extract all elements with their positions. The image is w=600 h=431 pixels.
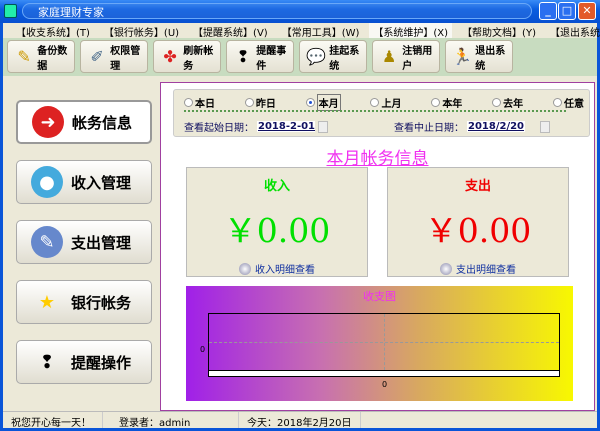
expense-box: 支出 ￥0.00 支出明细查看 bbox=[387, 167, 569, 277]
suspend-button[interactable]: 💬 挂起系统 bbox=[299, 40, 367, 73]
sidebar-item-reminder[interactable]: ❢ 提醒操作 bbox=[16, 340, 152, 384]
users-icon: ♟ bbox=[381, 47, 397, 66]
radio-this-month[interactable]: 本月 bbox=[305, 94, 341, 111]
refresh-icon: ✤ bbox=[163, 47, 177, 66]
menu-income[interactable]: 【收支系统】(T) bbox=[12, 23, 94, 39]
radio-last-month[interactable]: 上月 bbox=[370, 94, 401, 111]
toolbar: ✎ 备份数据 ✐ 权限管理 ✤ 刷新帐务 ❢ 提醒事件 💬 挂起系统 ♟ 注销用户 🏃 退出系… bbox=[3, 38, 597, 76]
folder-brush-icon: ✐ bbox=[90, 47, 104, 66]
end-date-input[interactable]: 2018/2/20 bbox=[467, 121, 525, 132]
alert-icon: ❢ bbox=[39, 351, 55, 373]
status-bar: 祝您开心每一天！ 登录者：admin 今天：2018年2月20日 bbox=[3, 411, 597, 429]
status-user-label: 登录者： bbox=[119, 418, 159, 429]
status-today: 今天：2018年2月20日 bbox=[239, 412, 361, 429]
menu-maintenance[interactable]: 【系统维护】(X) bbox=[369, 23, 453, 39]
minimize-button[interactable]: _ bbox=[539, 2, 557, 20]
end-date-label: 查看中止日期： bbox=[394, 123, 464, 134]
folder-pen-icon: ✎ bbox=[17, 47, 31, 66]
status-greeting: 祝您开心每一天！ bbox=[3, 412, 103, 429]
sidebar: ➜ 帐务信息 ● 收入管理 ✎ 支出管理 ★ 银行帐务 ❢ 提醒操作 bbox=[3, 80, 158, 410]
expense-detail-link[interactable]: 支出明细查看 bbox=[388, 261, 568, 276]
menu-bank[interactable]: 【银行帐务】(U) bbox=[100, 23, 183, 39]
radio-last-year[interactable]: 去年 bbox=[492, 94, 523, 111]
sidebar-item-income[interactable]: ● 收入管理 bbox=[16, 160, 152, 204]
income-box: 收入 ￥0.00 收入明细查看 bbox=[186, 167, 368, 277]
radio-today[interactable]: 本日 bbox=[184, 94, 215, 111]
menu-bar: 【收支系统】(T) 【银行帐务】(U) 【提醒系统】(V) 【常用工具】(W) … bbox=[3, 23, 600, 39]
chat-bubbles-icon: ● bbox=[31, 166, 63, 198]
income-label: 收入 bbox=[263, 179, 290, 194]
menu-exit[interactable]: 【退出系统】(Z) bbox=[546, 23, 600, 39]
cd-icon bbox=[440, 262, 452, 275]
star-icon: ★ bbox=[38, 291, 56, 313]
radio-this-year[interactable]: 本年 bbox=[431, 94, 462, 111]
permission-button[interactable]: ✐ 权限管理 bbox=[80, 40, 148, 73]
date-filter: 本日 昨日 本月 上月 本年 去年 任意 查看起始日期： 2018-2-01 查… bbox=[173, 89, 590, 137]
x-tick-label: 0 bbox=[382, 380, 388, 389]
pen-icon: ✎ bbox=[31, 226, 63, 258]
page-title: 本月帐务信息 bbox=[326, 149, 429, 169]
refresh-button[interactable]: ✤ 刷新帐务 bbox=[153, 40, 221, 73]
radio-yesterday[interactable]: 昨日 bbox=[244, 94, 276, 111]
income-amount: ￥0.00 bbox=[223, 211, 331, 250]
menu-tools[interactable]: 【常用工具】(W) bbox=[278, 23, 364, 39]
income-expense-chart: 收支图 0 0 bbox=[186, 286, 573, 401]
window-title: 家庭理财专家 bbox=[38, 6, 104, 19]
logout-button[interactable]: ♟ 注销用户 bbox=[372, 40, 440, 73]
account-icon: ➜ bbox=[32, 106, 64, 138]
expense-label: 支出 bbox=[464, 179, 491, 194]
y-tick-label: 0 bbox=[200, 345, 206, 354]
exit-button[interactable]: 🏃 退出系统 bbox=[445, 40, 513, 73]
status-user: admin bbox=[159, 418, 191, 429]
close-button[interactable]: ✕ bbox=[578, 2, 596, 20]
sidebar-item-bank[interactable]: ★ 银行帐务 bbox=[16, 280, 152, 324]
cd-icon bbox=[239, 262, 251, 275]
expense-amount: ￥0.00 bbox=[424, 211, 532, 250]
start-date-label: 查看起始日期： bbox=[184, 123, 254, 134]
income-detail-link[interactable]: 收入明细查看 bbox=[187, 261, 367, 276]
menu-reminder[interactable]: 【提醒系统】(V) bbox=[189, 23, 272, 39]
start-date-input[interactable]: 2018-2-01 bbox=[257, 121, 315, 132]
reminder-button[interactable]: ❢ 提醒事件 bbox=[226, 40, 294, 73]
start-date-spinner[interactable] bbox=[318, 120, 328, 133]
radio-custom[interactable]: 任意 bbox=[552, 94, 584, 111]
plot-area bbox=[208, 313, 560, 371]
chat-bubbles-icon: 💬 bbox=[306, 47, 327, 66]
running-man-icon: 🏃 bbox=[452, 47, 473, 66]
chart-title: 收支图 bbox=[363, 290, 396, 303]
end-date-spinner[interactable] bbox=[540, 120, 550, 133]
backup-button[interactable]: ✎ 备份数据 bbox=[7, 40, 75, 73]
alert-icon: ❢ bbox=[236, 47, 250, 66]
menu-help[interactable]: 【帮助文档】(Y) bbox=[458, 23, 540, 39]
title-bar: 家庭理财专家 _ □ ✕ bbox=[0, 0, 600, 23]
x-axis bbox=[208, 371, 560, 377]
content-panel: 本日 昨日 本月 上月 本年 去年 任意 查看起始日期： 2018-2-01 查… bbox=[160, 82, 595, 411]
app-icon bbox=[4, 4, 17, 18]
divider bbox=[184, 110, 566, 112]
sidebar-item-accounts[interactable]: ➜ 帐务信息 bbox=[16, 100, 152, 144]
maximize-button[interactable]: □ bbox=[558, 2, 576, 20]
sidebar-item-expense[interactable]: ✎ 支出管理 bbox=[16, 220, 152, 264]
